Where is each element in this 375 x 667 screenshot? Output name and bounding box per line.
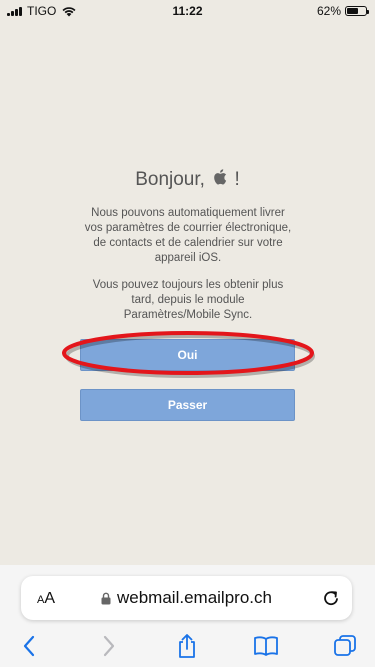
yes-button-label: Oui [177,348,198,362]
secondary-paragraph: Vous pouvez toujours les obtenir plus ta… [76,278,300,323]
book-icon [254,636,278,656]
status-bar: TIGO 11:22 62% [0,0,375,20]
address-bar[interactable]: AA webmail.emailpro.ch [21,576,352,620]
browser-toolbar [0,627,375,665]
tabs-button[interactable] [332,633,358,659]
greeting-prefix: Bonjour, [135,169,205,190]
back-button[interactable] [16,633,42,659]
chevron-right-icon [103,635,115,657]
tabs-icon [334,635,356,656]
url-display[interactable]: webmail.emailpro.ch [101,588,272,608]
description-line: Nous pouvons automatiquement livrer [91,207,285,219]
apple-logo-icon [214,169,227,185]
share-icon [179,634,195,658]
skip-button-label: Passer [167,398,208,412]
chevron-left-icon [23,635,35,657]
greeting-suffix: ! [234,169,240,190]
status-right: 62% [316,4,369,18]
battery-icon [345,6,369,16]
share-button[interactable] [174,633,200,659]
yes-button[interactable]: Oui [80,339,295,371]
url-text: webmail.emailpro.ch [117,588,272,607]
battery-tip [367,10,369,14]
lock-icon [101,592,111,604]
description-line: appareil iOS. [154,252,222,264]
secondary-line: Paramètres/Mobile Sync. [123,309,253,321]
reload-icon[interactable] [321,588,341,608]
secondary-line: tard, depuis le module [131,294,245,306]
browser-bottom-bar: AA webmail.emailpro.ch [0,565,375,667]
description-line: vos paramètres de courrier électronique, [84,222,292,234]
description-paragraph: Nous pouvons automatiquement livrer vos … [76,206,300,266]
text-size-button[interactable]: AA [37,590,55,608]
skip-button[interactable]: Passer [80,389,295,421]
secondary-line: Vous pouvez toujours les obtenir plus [92,279,284,291]
greeting-heading: Bonjour, ! [0,168,375,191]
text-size-large-label: A [44,590,56,607]
battery-level [347,8,359,14]
bookmarks-button[interactable] [253,633,279,659]
description-line: de contacts et de calendrier sur votre [93,237,283,249]
battery-percent: 62% [316,4,341,18]
forward-button[interactable] [96,633,122,659]
